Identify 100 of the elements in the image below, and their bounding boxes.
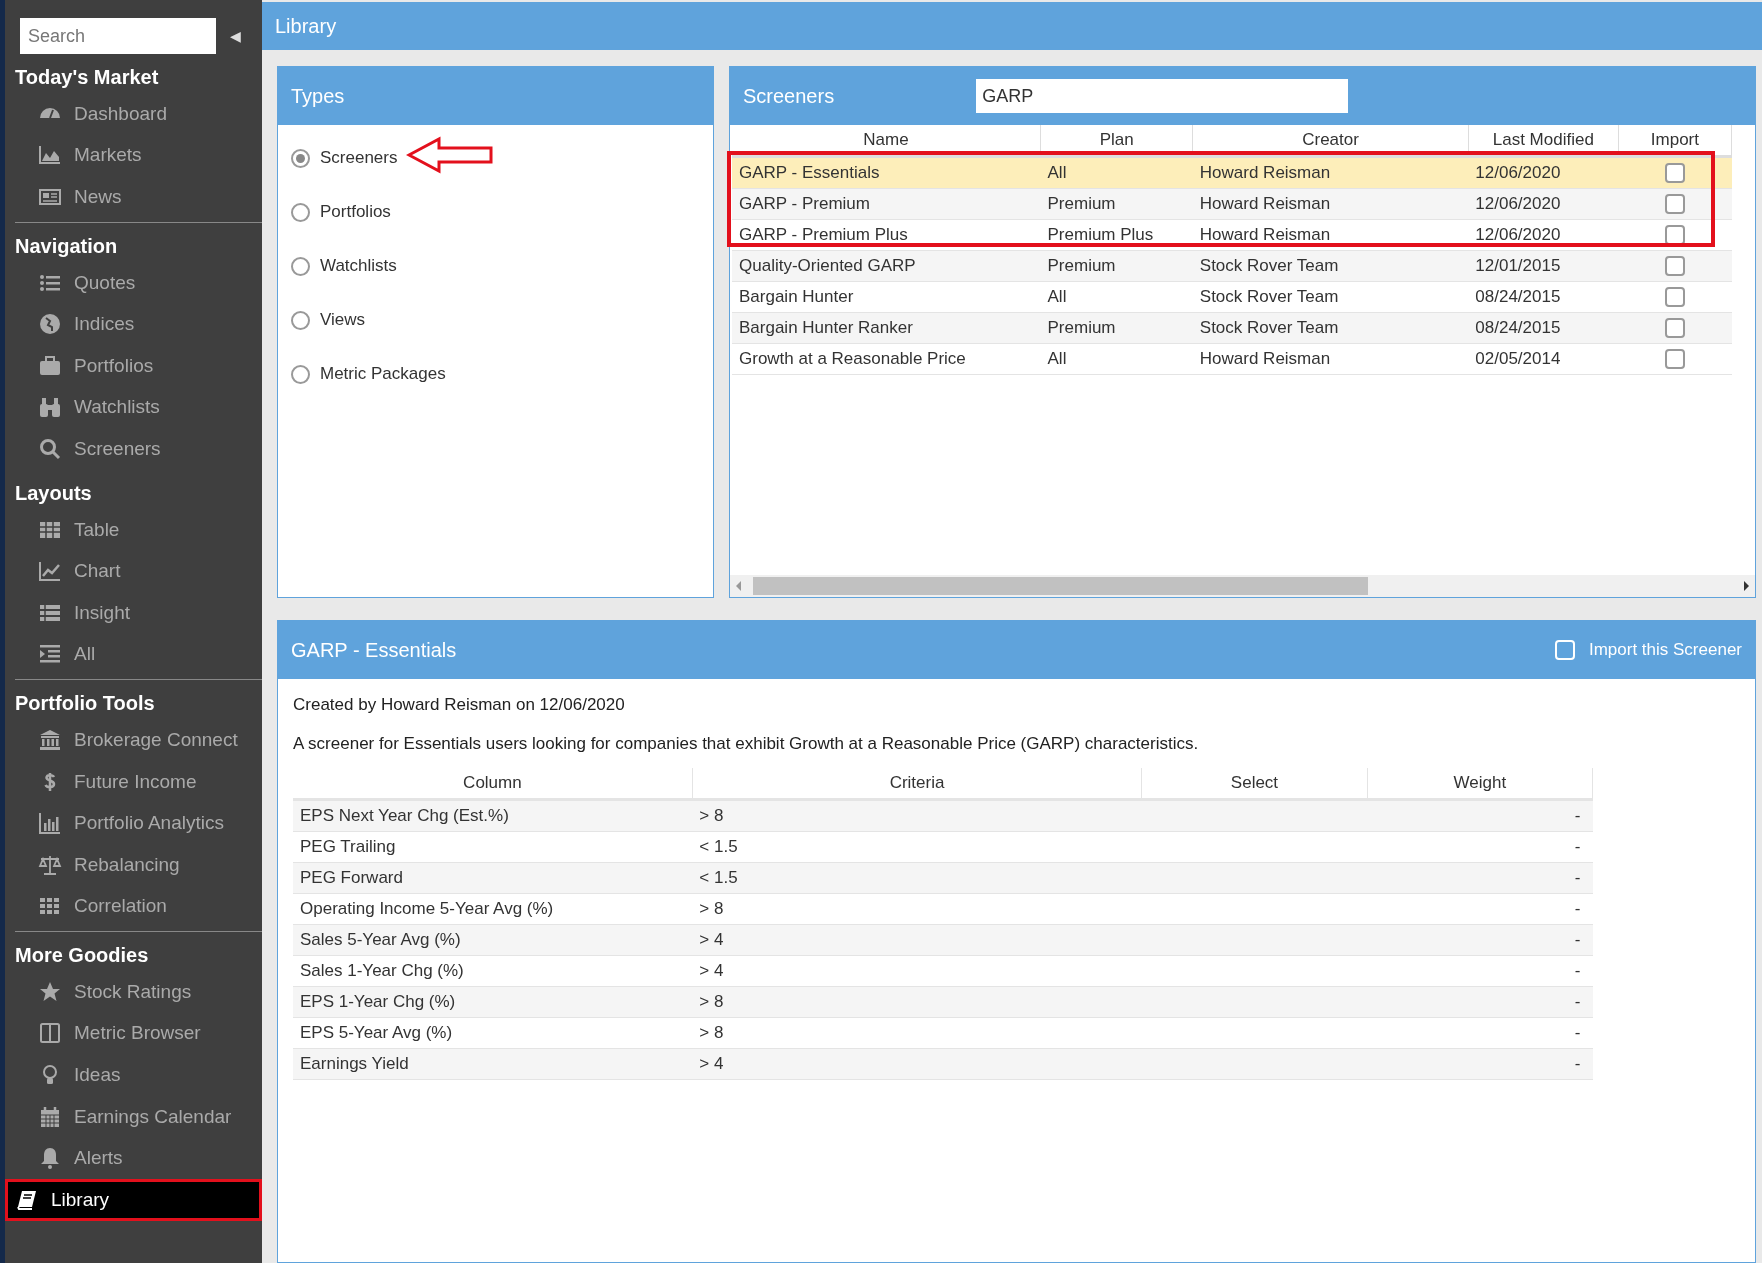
table-cell: -: [1367, 986, 1593, 1018]
sidebar-item[interactable]: Insight: [5, 591, 262, 634]
bar-chart-icon: [38, 811, 62, 836]
checkbox[interactable]: [1664, 194, 1685, 214]
radio-option[interactable]: Portfolios: [278, 185, 713, 239]
table-cell: Stock Rover Team: [1192, 281, 1469, 313]
table-row[interactable]: Growth at a Reasonable Price All Howard Reisman 02/05/2014: [732, 343, 1732, 375]
table-cell: EPS 5-Year Avg (%): [293, 1017, 693, 1049]
sidebar-item[interactable]: Future Income: [5, 760, 262, 803]
sidebar-item[interactable]: Brokerage Connect: [5, 719, 262, 761]
import-checkbox[interactable]: Import this Screener: [1554, 640, 1742, 660]
radio-button[interactable]: [291, 256, 310, 276]
table-cell: Sales 5-Year Avg (%): [293, 924, 693, 956]
sidebar-item[interactable]: Library: [5, 1179, 262, 1221]
table-cell: All: [1040, 281, 1193, 313]
table-cell: < 1.5: [692, 862, 1142, 894]
table-cell: > 4: [692, 1048, 1142, 1080]
sidebar-item[interactable]: Table: [5, 508, 262, 551]
checkbox[interactable]: [1664, 318, 1685, 338]
search-field[interactable]: GARP: [976, 79, 1349, 113]
table-cell: > 8: [692, 1017, 1142, 1049]
bank-icon: [38, 727, 62, 752]
radio-button[interactable]: [291, 202, 310, 222]
table-cell: > 4: [692, 924, 1142, 956]
radio-button[interactable]: [291, 364, 310, 384]
table-row[interactable]: Quality-Oriented GARP Premium Stock Rover Team 12/01/2015: [732, 250, 1732, 282]
table-cell: PEG Forward: [293, 862, 693, 894]
table-row[interactable]: GARP - Premium Premium Howard Reisman 12/06/2020: [732, 188, 1732, 220]
table-cell: EPS Next Year Chg (Est.%): [293, 799, 693, 832]
table-cell: GARP - Premium Plus: [732, 219, 1041, 251]
table-cell: 12/06/2020: [1468, 219, 1619, 251]
radio-option[interactable]: Screeners: [278, 131, 713, 185]
table-cell: Premium: [1040, 250, 1193, 282]
table-cell: All: [1040, 156, 1193, 189]
sidebar-item[interactable]: Earnings Calendar: [5, 1095, 262, 1138]
created-text: Created by Howard Reisman on 12/06/2020: [293, 695, 626, 715]
briefcase-icon: [38, 353, 62, 378]
sidebar-item[interactable]: Chart: [5, 550, 262, 592]
table-cell: Premium: [1040, 312, 1193, 344]
checkbox[interactable]: [1664, 287, 1685, 307]
checkbox[interactable]: [1664, 349, 1685, 369]
table-cell: GARP - Premium: [732, 188, 1041, 220]
table-row[interactable]: GARP - Premium Plus Premium Plus Howard Reisman 12/06/2020: [732, 219, 1732, 251]
checkbox[interactable]: [1664, 163, 1685, 183]
sidebar-item[interactable]: Dashboard: [5, 93, 262, 135]
checkbox[interactable]: [1664, 225, 1685, 245]
table-cell: Howard Reisman: [1192, 219, 1469, 251]
table-cell: > 8: [692, 799, 1142, 832]
table-row[interactable]: Bargain Hunter Ranker Premium Stock Rover Team 08/24/2015: [732, 312, 1732, 344]
sidebar-item[interactable]: Rebalancing: [5, 843, 262, 886]
table-cell: 08/24/2015: [1468, 312, 1619, 344]
sidebar-item[interactable]: Stock Ratings: [5, 971, 262, 1013]
collapse-button[interactable]: ◀: [230, 28, 241, 44]
sidebar-item[interactable]: Correlation: [5, 885, 262, 928]
table-cell: 12/06/2020: [1468, 156, 1619, 189]
sidebar-item[interactable]: Ideas: [5, 1054, 262, 1096]
search-icon: [38, 436, 62, 461]
horizontal-scrollbar[interactable]: [730, 575, 1755, 597]
radio-button[interactable]: [291, 148, 310, 168]
table-cell: 02/05/2014: [1468, 343, 1619, 375]
sidebar-item[interactable]: Portfolio Analytics: [5, 802, 262, 844]
table-cell: EPS 1-Year Chg (%): [293, 986, 693, 1018]
table-cell: Sales 1-Year Chg (%): [293, 955, 693, 987]
radio-button[interactable]: [291, 310, 310, 330]
table-row[interactable]: GARP - Essentials All Howard Reisman 12/06/2020: [732, 156, 1732, 189]
table-cell: > 8: [692, 893, 1142, 925]
table-cell: Howard Reisman: [1192, 156, 1469, 189]
section-title: Layouts: [14, 480, 93, 506]
sidebar-item[interactable]: Alerts: [5, 1137, 262, 1180]
table-cell: Premium: [1040, 188, 1193, 220]
table-cell: Howard Reisman: [1192, 188, 1469, 220]
table-cell: -: [1367, 799, 1593, 832]
search-field[interactable]: Search: [20, 18, 216, 54]
table-cell: -: [1367, 1017, 1593, 1049]
section-title: More Goodies: [14, 943, 150, 969]
sidebar-item[interactable]: Screeners: [5, 428, 262, 470]
sidebar-item[interactable]: Markets: [5, 134, 262, 177]
sidebar-item[interactable]: Indices: [5, 303, 262, 345]
columns-icon: [38, 1021, 62, 1046]
table-cell: -: [1367, 893, 1593, 925]
sidebar-item[interactable]: Portfolios: [5, 344, 262, 387]
table-cell: Operating Income 5-Year Avg (%): [293, 893, 693, 925]
table-cell: -: [1367, 924, 1593, 956]
radio-option[interactable]: Views: [278, 293, 713, 347]
table-cell: GARP - Essentials: [732, 156, 1041, 189]
table-cell: All: [1040, 343, 1193, 375]
checkbox[interactable]: [1664, 256, 1685, 276]
table-row[interactable]: Bargain Hunter All Stock Rover Team 08/24/2015: [732, 281, 1732, 313]
radio-option[interactable]: Watchlists: [278, 239, 713, 293]
radio-option[interactable]: Metric Packages: [278, 347, 713, 401]
panel-title: Screeners: [743, 84, 835, 108]
sidebar-item[interactable]: Metric Browser: [5, 1012, 262, 1055]
table-cell: -: [1367, 831, 1593, 863]
table-cell: Howard Reisman: [1192, 343, 1469, 375]
sidebar-item[interactable]: Watchlists: [5, 386, 262, 429]
sidebar-item[interactable]: Quotes: [5, 261, 262, 304]
sidebar-item[interactable]: News: [5, 176, 262, 218]
sidebar-item[interactable]: All: [5, 633, 262, 676]
calendar-icon: [38, 1104, 62, 1129]
table-cell: Bargain Hunter: [732, 281, 1041, 313]
